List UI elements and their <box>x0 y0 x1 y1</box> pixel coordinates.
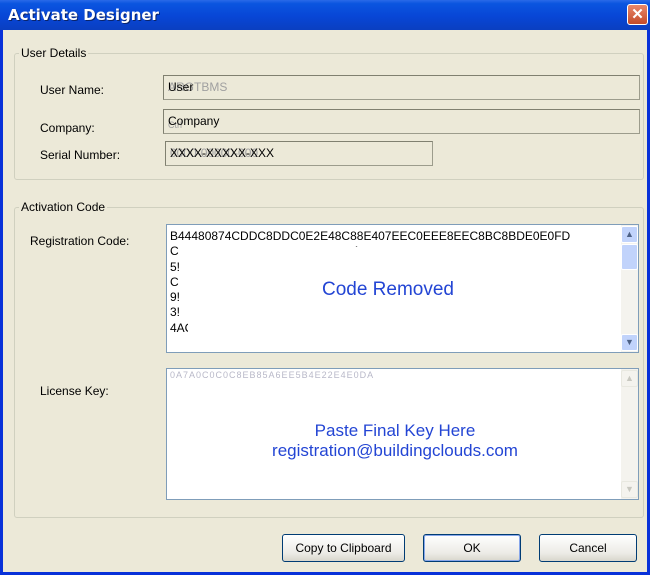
company-value: Company <box>168 114 220 128</box>
user-name-label: User Name: <box>40 83 105 97</box>
serial-number-field[interactable]: 0000-00000-000 XXXX-XXXXX-XXX <box>165 141 433 166</box>
activate-designer-dialog: Activate Designer ✕ User Details User Na… <box>0 0 650 575</box>
down-arrow-icon: ▼ <box>625 484 634 494</box>
window-title: Activate Designer <box>8 6 159 24</box>
down-arrow-icon: ▼ <box>625 337 634 347</box>
close-button[interactable]: ✕ <box>627 4 648 25</box>
company-field[interactable]: Ctrl Company <box>163 109 640 134</box>
scroll-up-button[interactable]: ▲ <box>621 226 638 243</box>
up-arrow-icon: ▲ <box>625 229 634 239</box>
user-details-legend: User Details <box>21 46 87 60</box>
activation-code-legend: Activation Code <box>21 200 106 214</box>
title-bar[interactable]: Activate Designer ✕ <box>0 0 650 30</box>
registration-code-label: Registration Code: <box>30 234 130 248</box>
serial-number-value: XXXX-XXXXX-XXX <box>170 146 275 160</box>
license-key-textarea[interactable]: 0A7A0C0C0C8EB85A6EE5B4E22E4E0DA Paste Fi… <box>166 368 639 500</box>
license-scrollbar[interactable]: ▲ ▼ <box>621 369 638 499</box>
license-key-label: License Key: <box>40 384 109 398</box>
registration-email-text: registration@buildingclouds.com <box>272 441 518 460</box>
company-label: Company: <box>40 121 95 135</box>
ok-button[interactable]: OK <box>423 534 521 562</box>
license-scroll-up-button[interactable]: ▲ <box>621 370 638 387</box>
license-overlay: Paste Final Key Here registration@buildi… <box>167 421 623 461</box>
license-scroll-down-button[interactable]: ▼ <box>621 481 638 498</box>
serial-number-label: Serial Number: <box>40 148 121 162</box>
registration-code-line: B44480874CDDC8DDC0E2E48C88E407EEC0EEE8EE… <box>170 229 571 243</box>
cancel-button[interactable]: Cancel <box>539 534 637 562</box>
registration-code-textarea[interactable]: B44480874CDDC8DDC0E2E48C88E407EEC0EEE8EE… <box>166 224 639 353</box>
up-arrow-icon: ▲ <box>625 373 634 383</box>
code-removed-text: Code Removed <box>321 279 455 300</box>
user-name-value: User <box>168 80 194 94</box>
scroll-down-button[interactable]: ▼ <box>621 334 638 351</box>
copy-to-clipboard-button[interactable]: Copy to Clipboard <box>282 534 405 562</box>
code-removed-overlay: Code Removed <box>188 247 588 339</box>
paste-final-key-text: Paste Final Key Here <box>314 421 476 440</box>
scroll-thumb[interactable] <box>621 244 638 270</box>
license-faint-line: 0A7A0C0C0C8EB85A6EE5B4E22E4E0DA <box>170 370 375 380</box>
user-name-field[interactable]: ARGTBMS User <box>163 75 640 100</box>
close-icon: ✕ <box>631 6 644 23</box>
registration-scrollbar[interactable]: ▲ ▼ <box>621 225 638 352</box>
